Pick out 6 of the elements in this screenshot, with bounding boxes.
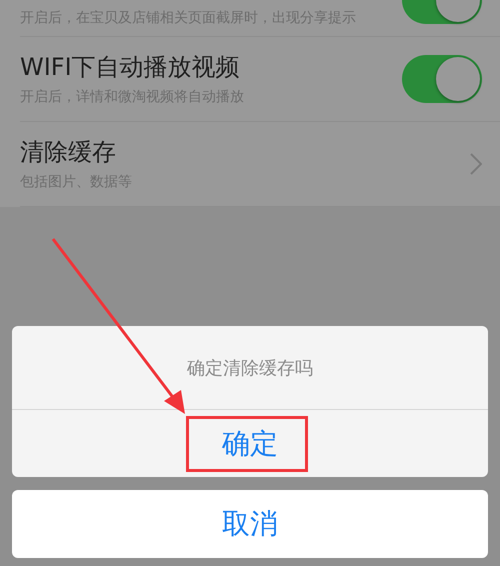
cancel-button[interactable]: 取消	[12, 490, 488, 558]
setting-title: WIFI下自动播放视频	[20, 52, 241, 82]
toggle-switch[interactable]	[402, 55, 482, 103]
chevron-right-icon	[470, 153, 482, 175]
confirm-button[interactable]: 确定	[12, 410, 488, 477]
setting-title: 清除缓存	[20, 137, 117, 167]
